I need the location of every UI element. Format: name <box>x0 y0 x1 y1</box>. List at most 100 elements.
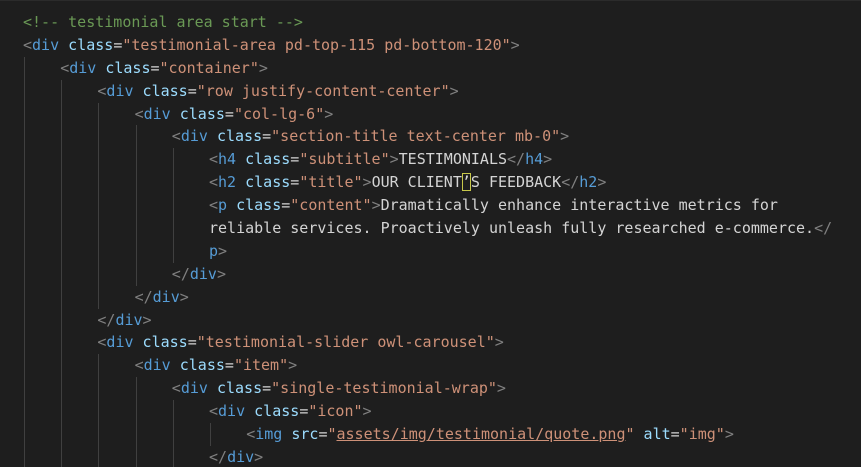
indent-guide <box>135 423 137 446</box>
indent-guide <box>135 400 137 424</box>
code-line-content: <div class="icon"> <box>209 400 372 423</box>
attribute-value: "row justify-content-center" <box>196 81 450 100</box>
indent-guide <box>61 194 63 218</box>
indent-guide <box>61 354 63 378</box>
equals-sign: = <box>290 173 300 192</box>
attribute-name: class <box>68 35 114 54</box>
indent-guide <box>98 148 100 172</box>
tag-name: h4 <box>218 150 237 169</box>
code-line[interactable]: <div class="container"> <box>23 56 832 80</box>
code-line[interactable]: <div class="row justify-content-center"> <box>23 79 832 103</box>
tag-bracket: </ <box>814 219 833 238</box>
tag-bracket: </ <box>561 173 580 192</box>
equals-sign: = <box>224 356 234 375</box>
indent-guide <box>172 423 174 446</box>
code-line[interactable]: </div> <box>23 285 832 309</box>
indent-guide <box>24 262 25 286</box>
tag-name: div <box>189 264 217 283</box>
code-comment: <!-- testimonial area start --> <box>23 13 303 31</box>
text-content <box>59 36 68 54</box>
indent-guide <box>24 217 25 240</box>
indent-guide <box>24 423 25 446</box>
tag-bracket: > <box>362 402 372 421</box>
code-line-content: </div> <box>172 263 226 286</box>
code-line[interactable]: reliable services. Proactively unleash f… <box>23 217 832 240</box>
code-line[interactable]: <div class="item"> <box>23 354 832 378</box>
indent-guide <box>98 262 100 286</box>
indent-guide <box>61 102 63 126</box>
code-editor[interactable]: <!-- testimonial area start --> <div clas… <box>0 0 861 467</box>
code-line[interactable]: <img src = "assets/img/testimonial/quote.p… <box>23 423 832 446</box>
tag-bracket: > <box>218 241 228 260</box>
tag-name: div <box>180 127 208 146</box>
indent-guide <box>172 239 174 263</box>
tag-bracket: < <box>134 356 144 375</box>
equals-sign: = <box>670 425 680 444</box>
indent-guide <box>98 445 100 467</box>
tag-bracket: > <box>142 310 152 329</box>
tag-bracket: < <box>209 173 219 192</box>
code-line[interactable]: </div> <box>23 445 832 467</box>
attribute-value: " <box>327 425 337 444</box>
equals-sign: = <box>262 379 272 398</box>
tag-name: p <box>218 196 228 215</box>
indent-guide <box>24 377 25 401</box>
tag-name: div <box>143 356 171 375</box>
code-line[interactable]: <p class="content">Dramatically enhance … <box>23 194 832 218</box>
code-line[interactable]: <div class="col-lg-6"> <box>23 102 832 126</box>
attribute-name: class <box>216 379 263 398</box>
text-content <box>282 425 291 443</box>
code-line[interactable]: <!-- testimonial area start --> <box>23 11 832 34</box>
code-line[interactable]: </div> <box>23 308 832 332</box>
code-line[interactable]: <div class="testimonial-area pd-top-115 … <box>23 34 832 57</box>
tag-bracket: > <box>543 150 553 169</box>
indent-guide <box>135 217 137 240</box>
code-line[interactable]: p> <box>23 239 832 263</box>
attribute-value: "section-title text-center mb-0" <box>271 127 561 146</box>
tag-bracket: > <box>597 173 607 192</box>
attribute-value: "icon" <box>308 402 363 421</box>
text-content: Dramatically enhance interactive metrics… <box>380 196 778 215</box>
text-content <box>134 82 143 100</box>
code-area[interactable]: <!-- testimonial area start --> <div clas… <box>23 11 832 467</box>
indent-guide <box>24 445 25 467</box>
tag-name: div <box>143 104 171 123</box>
code-line-content: <div class="col-lg-6"> <box>135 103 334 126</box>
attribute-value: "col-lg-6" <box>233 104 325 123</box>
tag-bracket: < <box>60 58 70 77</box>
indent-guide <box>24 148 25 172</box>
attribute-value: "testimonial-area pd-top-115 pd-bottom-1… <box>122 35 511 54</box>
text-content <box>227 196 236 214</box>
code-line[interactable]: </div> <box>23 262 832 286</box>
code-line[interactable]: <div class="testimonial-slider owl-carou… <box>23 331 832 355</box>
indent-guide <box>24 171 25 195</box>
attribute-name: class <box>105 58 151 77</box>
indent-guide <box>24 331 25 355</box>
code-line-content: <div class="testimonial-area pd-top-115 … <box>23 34 520 57</box>
code-line[interactable]: <div class="section-title text-center mb… <box>23 125 832 149</box>
equals-sign: = <box>187 81 197 100</box>
indent-guide <box>172 194 174 218</box>
attribute-value: "item" <box>233 356 289 375</box>
text-content <box>96 59 105 77</box>
tag-bracket: > <box>324 104 334 123</box>
indent-guide <box>135 194 137 218</box>
code-line[interactable]: <div class="icon"> <box>23 400 832 424</box>
tag-bracket: </ <box>507 150 526 169</box>
equals-sign: = <box>113 35 123 54</box>
code-line-content: <img src = "assets/img/testimonial/quote.p… <box>246 423 734 446</box>
code-line[interactable]: <h4 class="subtitle">TESTIMONIALS</h4> <box>23 148 832 172</box>
code-line-content: <p class="content">Dramatically enhance … <box>209 194 778 217</box>
tag-bracket: </ <box>97 310 116 329</box>
equals-sign: = <box>187 333 197 352</box>
code-line[interactable]: <h2 class="title">OUR CLIENT’S FEEDBACK<… <box>23 171 832 195</box>
indent-guide <box>98 217 100 240</box>
code-line[interactable]: <div class="single-testimonial-wrap"> <box>23 377 832 401</box>
file-link[interactable]: assets/img/testimonial/quote.png <box>337 425 626 443</box>
attribute-value: "subtitle" <box>299 150 390 169</box>
indent-guide <box>24 125 25 149</box>
indent-guide <box>172 148 174 172</box>
text-content <box>208 127 217 145</box>
indent-guide <box>61 148 63 172</box>
indent-guide <box>135 377 137 401</box>
